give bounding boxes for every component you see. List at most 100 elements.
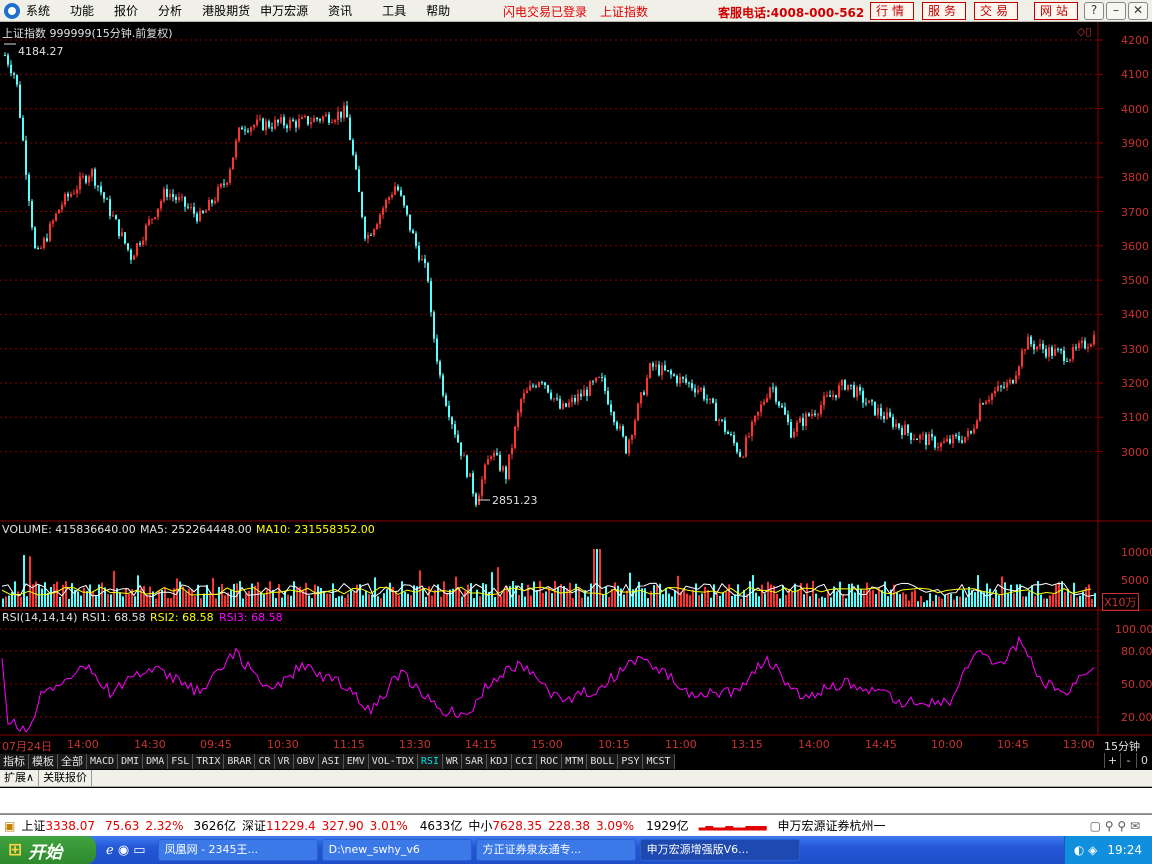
price-tick: 4000 (1121, 102, 1149, 116)
candle-body (1009, 379, 1011, 383)
candle-body (304, 116, 306, 118)
candle-body (772, 387, 774, 389)
candle-body (343, 105, 345, 118)
candle-body (646, 377, 648, 395)
minimize-icon[interactable]: – (1106, 2, 1126, 20)
volume-bar (119, 592, 121, 607)
zx-name[interactable]: 中小 (468, 817, 492, 834)
indicator-tab-rsi[interactable]: RSI (417, 754, 443, 769)
indicator-tab-模板[interactable]: 模板 (29, 754, 58, 769)
indicator-tab-cr[interactable]: CR (255, 754, 275, 769)
menu-tools[interactable]: 工具 (382, 2, 406, 19)
indicator-tab-vol-tdx[interactable]: VOL-TDX (368, 754, 418, 769)
indicator-tabs: 指标 模板 全部 MACD DMI DMA FSL TRIX BRAR CR VR OBV ASI EMV… (0, 754, 675, 769)
trade-button[interactable]: 交易 (974, 2, 1018, 20)
indicator-tab-obv[interactable]: OBV (293, 754, 319, 769)
app-logo-icon[interactable] (4, 2, 20, 19)
taskbar-item-folder[interactable]: D:\new_swhy_v6 (321, 839, 472, 861)
menu-broker[interactable]: 申万宏源 (260, 2, 308, 19)
indicator-tab-trix[interactable]: TRIX (193, 754, 225, 769)
candle-body (283, 117, 285, 126)
indicator-tab-roc[interactable]: ROC (537, 754, 563, 769)
candle-body (238, 127, 240, 141)
candle-body (811, 413, 813, 416)
lower-tab-bar: 扩展∧ 关联报价 (0, 770, 1152, 787)
indicator-tab-emv[interactable]: EMV (343, 754, 369, 769)
volume-bar (200, 598, 202, 607)
volume-bar (1007, 593, 1009, 607)
candle-body (667, 370, 669, 372)
help-icon[interactable]: ? (1084, 2, 1104, 20)
candle-body (292, 119, 294, 122)
menu-analysis[interactable]: 分析 (158, 2, 182, 19)
menu-hk-futures[interactable]: 港股期货 (202, 2, 250, 19)
close-icon[interactable]: ✕ (1128, 2, 1148, 20)
indicator-tab-dmi[interactable]: DMI (118, 754, 144, 769)
indicator-tab-asi[interactable]: ASI (318, 754, 344, 769)
time-tick: 14:15 (465, 738, 497, 751)
taskbar-item-swhy[interactable]: 申万宏源增强版V6... (639, 839, 800, 861)
indicator-tab-mcst[interactable]: MCST (643, 754, 675, 769)
volume-bar (440, 596, 442, 607)
menu-function[interactable]: 功能 (70, 2, 94, 19)
indicator-tab-mtm[interactable]: MTM (562, 754, 588, 769)
indicator-tab-wr[interactable]: WR (442, 754, 463, 769)
indicator-tab-dma[interactable]: DMA (143, 754, 169, 769)
menu-help[interactable]: 帮助 (426, 2, 450, 19)
indicator-tab-brar[interactable]: BRAR (224, 754, 256, 769)
sz-name[interactable]: 深证 (242, 817, 266, 834)
sh-name[interactable]: 上证 (21, 817, 45, 834)
ticker-tray-icons[interactable]: ▢ ⚲ ⚲ ✉ (1090, 819, 1140, 833)
quote-button[interactable]: 行情 (870, 2, 914, 20)
candle-body (439, 361, 441, 376)
indicator-tab-全部[interactable]: 全部 (58, 754, 87, 769)
start-button[interactable]: ⊞ 开始 (0, 836, 96, 864)
indicator-tab-macd[interactable]: MACD (87, 754, 119, 769)
candle-body (1027, 336, 1029, 350)
volume-bar (1061, 581, 1063, 607)
candle-body (601, 376, 603, 378)
rsi-label: RSI(14,14,14) (2, 611, 78, 624)
ticker-flag-icon[interactable]: ▣ (4, 819, 15, 833)
tab-related-quotes[interactable]: 关联报价 (39, 770, 93, 786)
indicator-tab-fsl[interactable]: FSL (168, 754, 194, 769)
volume-bar (992, 597, 994, 607)
zoom-in-button[interactable]: + (1104, 753, 1120, 768)
zoom-out-button[interactable]: - (1120, 753, 1136, 768)
indicator-tab-指标[interactable]: 指标 (0, 754, 29, 769)
volume-bar (212, 577, 214, 607)
indicator-tab-boll[interactable]: BOLL (587, 754, 619, 769)
menu-news[interactable]: 资讯 (328, 2, 352, 19)
menu-system[interactable]: 系统 (26, 2, 50, 19)
kline-chart-svg[interactable] (0, 22, 1152, 753)
quick-launch-icons[interactable]: ℯ ◉ ▭ (106, 843, 146, 858)
candle-body (898, 423, 900, 429)
service-button[interactable]: 服务 (922, 2, 966, 20)
candle-body (133, 255, 135, 260)
volume-bar (662, 594, 664, 607)
indicator-tab-psy[interactable]: PSY (618, 754, 644, 769)
candle-body (412, 230, 414, 234)
candle-body (157, 208, 159, 218)
indicator-tab-vr[interactable]: VR (274, 754, 294, 769)
taskbar-item-founder[interactable]: 方正证券泉友通专... (475, 839, 636, 861)
website-button[interactable]: 网站 (1034, 2, 1078, 20)
indicator-tab-sar[interactable]: SAR (462, 754, 488, 769)
chart-options-icon[interactable]: ◇▯ (1077, 25, 1092, 38)
candle-body (919, 435, 921, 440)
zoom-reset-button[interactable]: 0 (1136, 753, 1152, 768)
indicator-tab-kdj[interactable]: KDJ (487, 754, 513, 769)
period-label[interactable]: 15分钟 (1104, 738, 1140, 754)
candle-body (961, 440, 963, 443)
chart-area[interactable]: 上证指数 999999(15分钟.前复权) ◇▯ 4184.27 2851.23… (0, 22, 1152, 753)
tray-icons[interactable]: ◐ ◈ (1074, 843, 1098, 857)
taskbar-item-browser[interactable]: 凤凰网 - 2345王... (157, 839, 318, 861)
login-status: 闪电交易已登录 (503, 5, 588, 19)
tab-expand[interactable]: 扩展∧ (0, 770, 40, 786)
indicator-tab-cci[interactable]: CCI (512, 754, 538, 769)
volume-bar (773, 585, 775, 607)
candle-body (208, 199, 210, 211)
candle-body (565, 403, 567, 407)
price-tick: 3400 (1121, 308, 1149, 322)
menu-quote[interactable]: 报价 (114, 2, 138, 19)
